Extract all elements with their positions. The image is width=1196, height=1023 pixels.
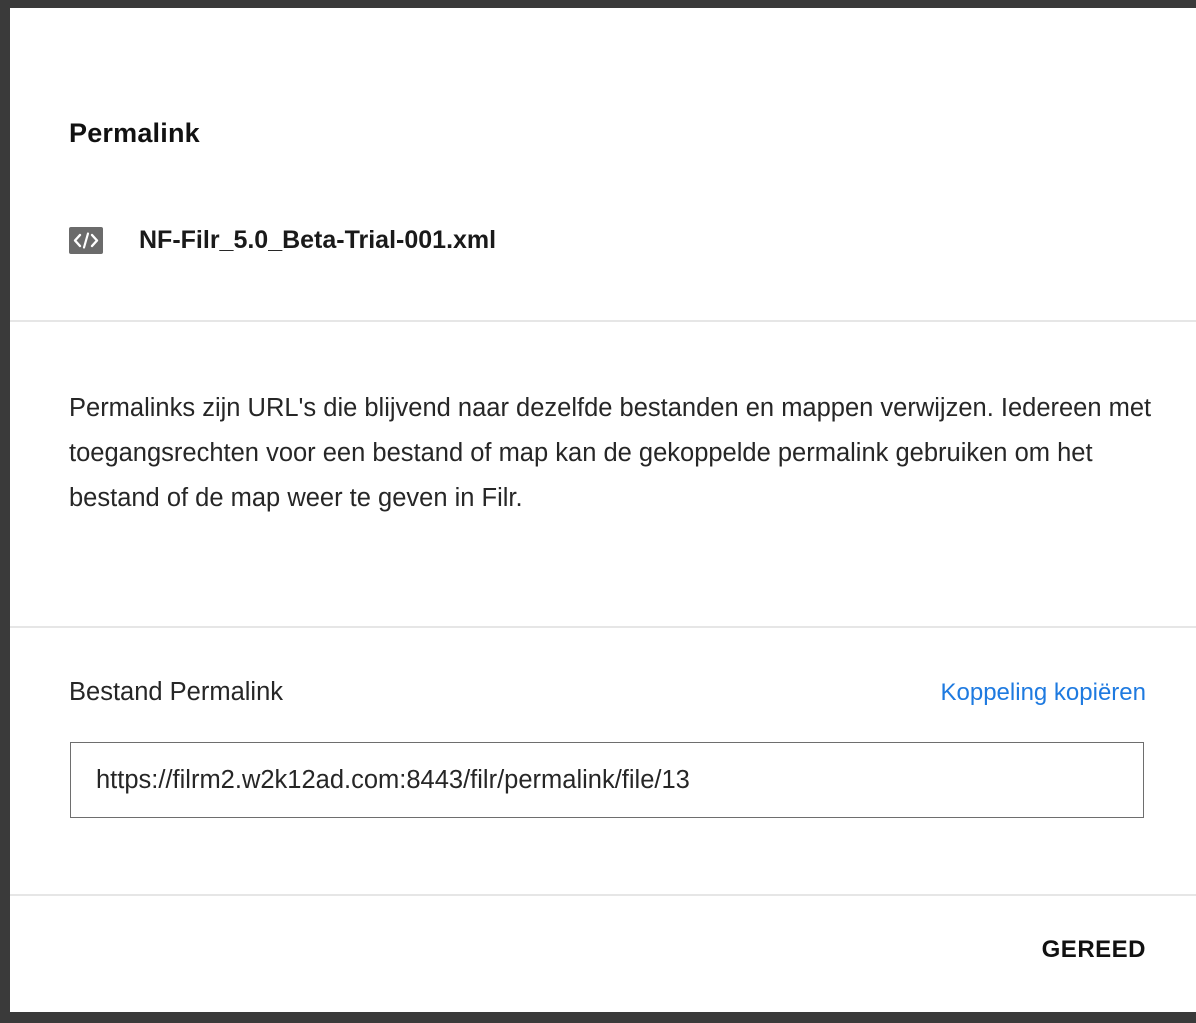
permalink-url-field[interactable] xyxy=(70,742,1144,818)
file-name: NF-Filr_5.0_Beta-Trial-001.xml xyxy=(139,225,497,254)
file-info: NF-Filr_5.0_Beta-Trial-001.xml xyxy=(69,222,496,258)
permalink-dialog: Permalink NF-Filr_5.0_Beta-Trial-001.xml… xyxy=(10,8,1196,1012)
dialog-title: Permalink xyxy=(69,118,200,148)
divider xyxy=(10,320,1196,322)
copy-link-button[interactable]: Koppeling kopiëren xyxy=(941,679,1147,707)
screen: Permalink NF-Filr_5.0_Beta-Trial-001.xml… xyxy=(0,0,1196,1023)
permalink-field-label: Bestand Permalink xyxy=(69,678,284,706)
divider xyxy=(10,626,1196,628)
done-button[interactable]: GEREED xyxy=(1042,936,1146,964)
divider xyxy=(10,894,1196,896)
permalink-description: Permalinks zijn URL's die blijvend naar … xyxy=(69,394,1152,512)
xml-code-file-icon xyxy=(69,226,103,254)
